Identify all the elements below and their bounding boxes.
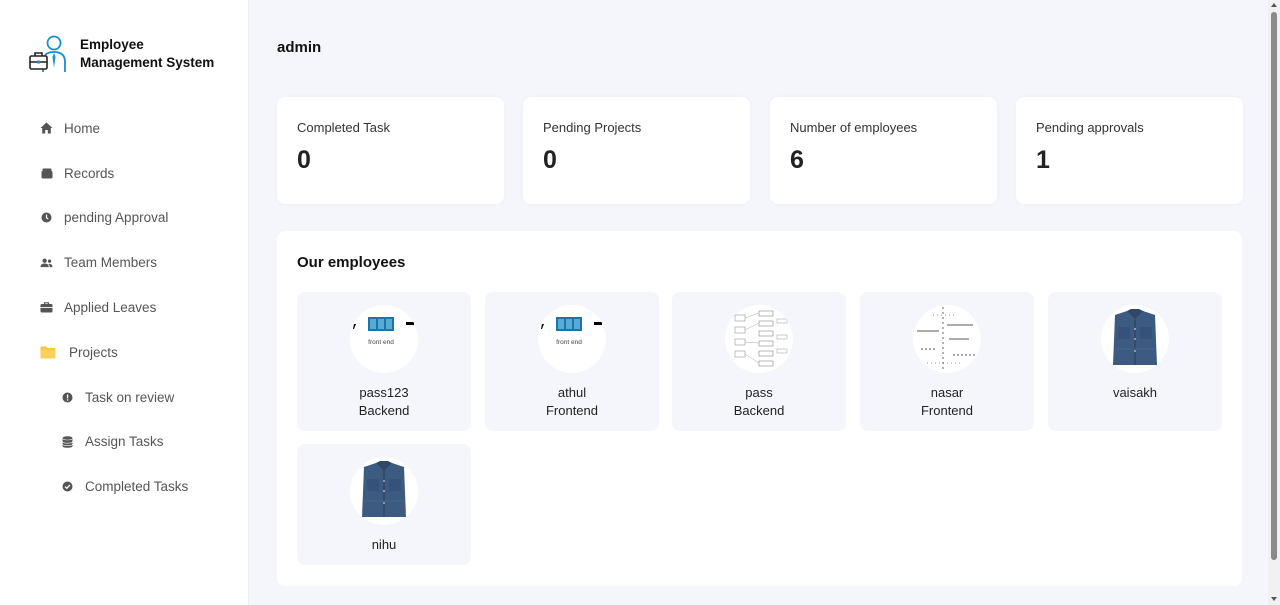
briefcase-icon <box>40 301 53 314</box>
sidebar-item-pending-approval[interactable]: pending Approval <box>0 196 249 241</box>
frontend-logo-image: front end <box>353 317 414 346</box>
avatar-caption: front end <box>556 339 582 346</box>
brand-title: Employee Management System <box>80 36 214 72</box>
sidebar-item-label: pending Approval <box>64 210 169 226</box>
sidebar-item-label: Completed Tasks <box>85 479 189 495</box>
stat-value: 6 <box>790 146 804 174</box>
brand-title-line1: Employee <box>80 37 144 52</box>
sidebar-item-label: Task on review <box>85 389 175 405</box>
clock-icon <box>40 211 53 224</box>
stat-card-completed-task: Completed Task 0 <box>277 97 504 204</box>
alert-circle-icon <box>61 391 74 404</box>
sidebar-item-label: Home <box>64 120 101 136</box>
stat-label: Number of employees <box>790 120 918 135</box>
users-icon <box>40 256 53 269</box>
employee-avatar <box>725 305 793 373</box>
employee-avatar: front end <box>350 305 418 373</box>
employee-card[interactable]: front end athul Frontend <box>485 292 659 431</box>
employee-card[interactable]: front end pass123 Backend <box>297 292 471 431</box>
diagram-image <box>734 310 788 367</box>
stat-card-pending-projects: Pending Projects 0 <box>523 97 750 204</box>
folder-icon <box>40 346 56 359</box>
sidebar-item-records[interactable]: Records <box>0 151 249 196</box>
sidebar-item-projects[interactable]: Projects <box>0 330 249 375</box>
brand[interactable]: Employee Management System <box>29 34 214 74</box>
brand-title-line2: Management System <box>80 55 215 70</box>
sidebar-item-applied-leaves[interactable]: Applied Leaves <box>0 285 249 330</box>
frontend-logo-image: front end <box>541 317 602 346</box>
sidebar-item-home[interactable]: Home <box>0 106 249 151</box>
employee-name: nihu <box>371 537 397 552</box>
sidebar-item-label: Team Members <box>64 255 158 271</box>
home-icon <box>40 122 53 135</box>
employee-name: pass123 <box>359 385 409 400</box>
sidebar-item-completed-tasks[interactable]: Completed Tasks <box>0 464 249 509</box>
scroll-up-arrow-icon[interactable] <box>1271 3 1277 7</box>
employee-name: pass <box>745 385 773 400</box>
sidebar-item-assign-tasks[interactable]: Assign Tasks <box>0 420 249 465</box>
avatar-caption: front end <box>368 339 394 346</box>
stat-label: Pending Projects <box>543 120 642 135</box>
sidebar-item-label: Projects <box>69 344 118 360</box>
employee-role: Frontend <box>545 403 599 418</box>
employee-card[interactable]: pass Backend <box>672 292 846 431</box>
employee-role: Frontend <box>920 403 974 418</box>
employees-title: Our employees <box>297 254 406 271</box>
stat-value: 1 <box>1036 146 1050 174</box>
sidebar-item-team-members[interactable]: Team Members <box>0 240 249 285</box>
folder-box-icon <box>40 167 53 180</box>
employee-logo-icon <box>29 35 66 72</box>
stat-label: Completed Task <box>297 120 390 135</box>
employee-card[interactable]: vaisakh <box>1048 292 1222 431</box>
sidebar-nav: Home Records pending Approval Team Membe… <box>0 106 249 509</box>
employee-card[interactable]: nasar Frontend <box>860 292 1034 431</box>
employee-avatar: front end <box>538 305 606 373</box>
database-icon <box>61 435 74 448</box>
scroll-down-arrow-icon[interactable] <box>1271 597 1277 601</box>
stat-value: 0 <box>297 146 311 174</box>
sidebar-item-task-on-review[interactable]: Task on review <box>0 375 249 420</box>
employee-name: vaisakh <box>1112 385 1158 400</box>
sidebar: Employee Management System Home Records … <box>0 0 249 605</box>
employee-avatar <box>913 305 981 373</box>
page-scrollbar[interactable] <box>1268 0 1280 605</box>
page-title: admin <box>277 39 322 56</box>
denim-shirt-image <box>362 461 406 517</box>
employee-name: athul <box>557 385 587 400</box>
sidebar-item-label: Records <box>64 165 115 181</box>
employee-avatar <box>350 457 418 525</box>
employee-card[interactable]: nihu <box>297 444 471 565</box>
scroll-thumb[interactable] <box>1271 12 1277 560</box>
stat-value: 0 <box>543 146 557 174</box>
stat-card-number-of-employees: Number of employees 6 <box>770 97 997 204</box>
employee-role: Backend <box>358 403 410 418</box>
main-content: admin Completed Task 0 Pending Projects … <box>249 0 1268 605</box>
sidebar-item-label: Applied Leaves <box>64 300 157 316</box>
employee-avatar <box>1101 305 1169 373</box>
stat-label: Pending approvals <box>1036 120 1144 135</box>
denim-shirt-image <box>1113 309 1157 365</box>
stat-card-pending-approvals: Pending approvals 1 <box>1016 97 1243 204</box>
sketch-diagram-image <box>917 307 975 369</box>
employees-panel: Our employees front end pass123 Backend <box>277 231 1242 586</box>
employee-role: Backend <box>733 403 785 418</box>
employee-name: nasar <box>930 385 964 400</box>
check-circle-icon <box>61 480 74 493</box>
sidebar-item-label: Assign Tasks <box>85 434 164 450</box>
